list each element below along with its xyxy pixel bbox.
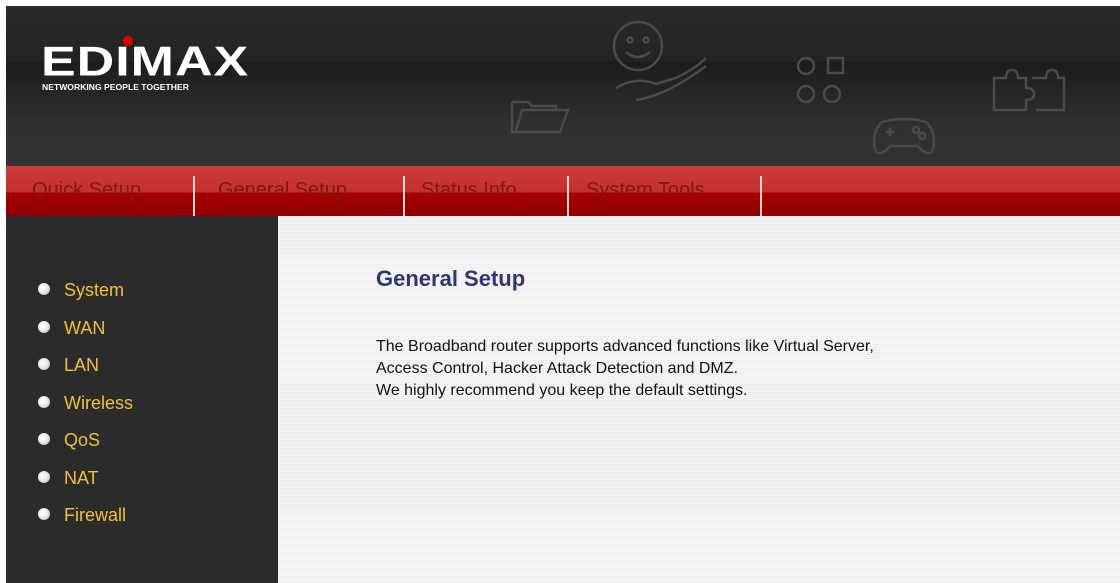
sidebar-item-label: LAN [64,355,100,375]
folder-icon [510,100,570,134]
sidebar-item-label: Firewall [64,505,127,525]
header: EDIMAX NETWORKING PEOPLE TOGETHER [6,6,1120,166]
sidebar-item-label: System [64,280,125,300]
radio-bullet-icon [38,433,50,445]
sidebar-item-lan[interactable]: LAN [6,355,278,393]
sidebar-item-label: Wireless [64,392,134,413]
radio-bullet-icon [38,283,50,295]
page-description: The Broadband router supports advanced f… [376,336,874,402]
sidebar-item-system[interactable]: System [6,280,278,318]
radio-bullet-icon [38,358,50,370]
smiley-hand-icon [612,20,707,102]
sidebar-item-label: QoS [64,430,101,450]
nav-system-tools[interactable]: System Tools [586,166,705,216]
sidebar-item-wan[interactable]: WAN [6,318,278,356]
logo: EDIMAX NETWORKING PEOPLE TOGETHER [41,36,250,92]
sidebar-menu: System WAN LAN Wireless QoS NAT Firewall [6,280,278,543]
page-title: General Setup [376,266,526,291]
router-admin-window: EDIMAX NETWORKING PEOPLE TOGETHER Quick … [6,6,1120,583]
description-line: The Broadband router supports advanced f… [376,338,874,355]
nav-quick-setup[interactable]: Quick Setup [32,166,141,216]
nav-status-info[interactable]: Status Info [421,166,517,216]
radio-bullet-icon [38,508,50,520]
circles-squares-icon [796,56,845,104]
radio-bullet-icon [38,395,50,408]
description-line: We highly recommend you keep the default… [376,382,748,399]
radio-bullet-icon [38,320,50,333]
sidebar: System WAN LAN Wireless QoS NAT Firewall [6,216,278,583]
main-content: General Setup The Broadband router suppo… [278,216,1120,583]
sidebar-item-wireless[interactable]: Wireless [6,393,278,431]
sidebar-item-firewall[interactable]: Firewall [6,505,278,543]
sidebar-item-label: WAN [64,317,106,338]
nav-separator [760,176,762,216]
nav-general-setup[interactable]: General Setup [218,166,347,216]
logo-tagline: NETWORKING PEOPLE TOGETHER [42,82,189,92]
logo-text: EDIMAX [41,38,250,86]
sidebar-item-label: NAT [64,467,99,488]
sidebar-item-nat[interactable]: NAT [6,468,278,506]
description-line: Access Control, Hacker Attack Detection … [376,360,738,377]
sidebar-item-qos[interactable]: QoS [6,430,278,468]
nav-separator [567,176,569,216]
nav-separator [193,176,195,216]
radio-bullet-icon [38,470,50,483]
main-nav: Quick Setup General Setup Status Info Sy… [6,166,1120,216]
puzzle-icon [992,68,1066,112]
nav-separator [403,176,405,216]
gamepad-icon [872,117,936,155]
